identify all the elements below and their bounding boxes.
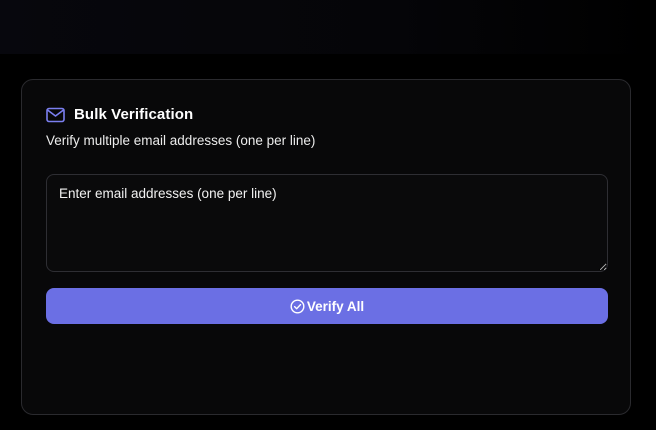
bulk-verification-card: Bulk Verification Verify multiple email … xyxy=(21,79,631,415)
mail-icon xyxy=(46,107,65,123)
card-description: Verify multiple email addresses (one per… xyxy=(46,133,316,148)
top-bar-background xyxy=(0,0,656,54)
card-header: Bulk Verification xyxy=(46,106,193,123)
card-title: Bulk Verification xyxy=(74,106,194,123)
verify-all-button[interactable]: Verify All xyxy=(46,288,608,324)
check-circle-icon xyxy=(290,298,305,314)
email-input-wrapper xyxy=(46,174,608,272)
verify-all-label: Verify All xyxy=(306,298,365,314)
email-addresses-input[interactable] xyxy=(46,174,608,272)
